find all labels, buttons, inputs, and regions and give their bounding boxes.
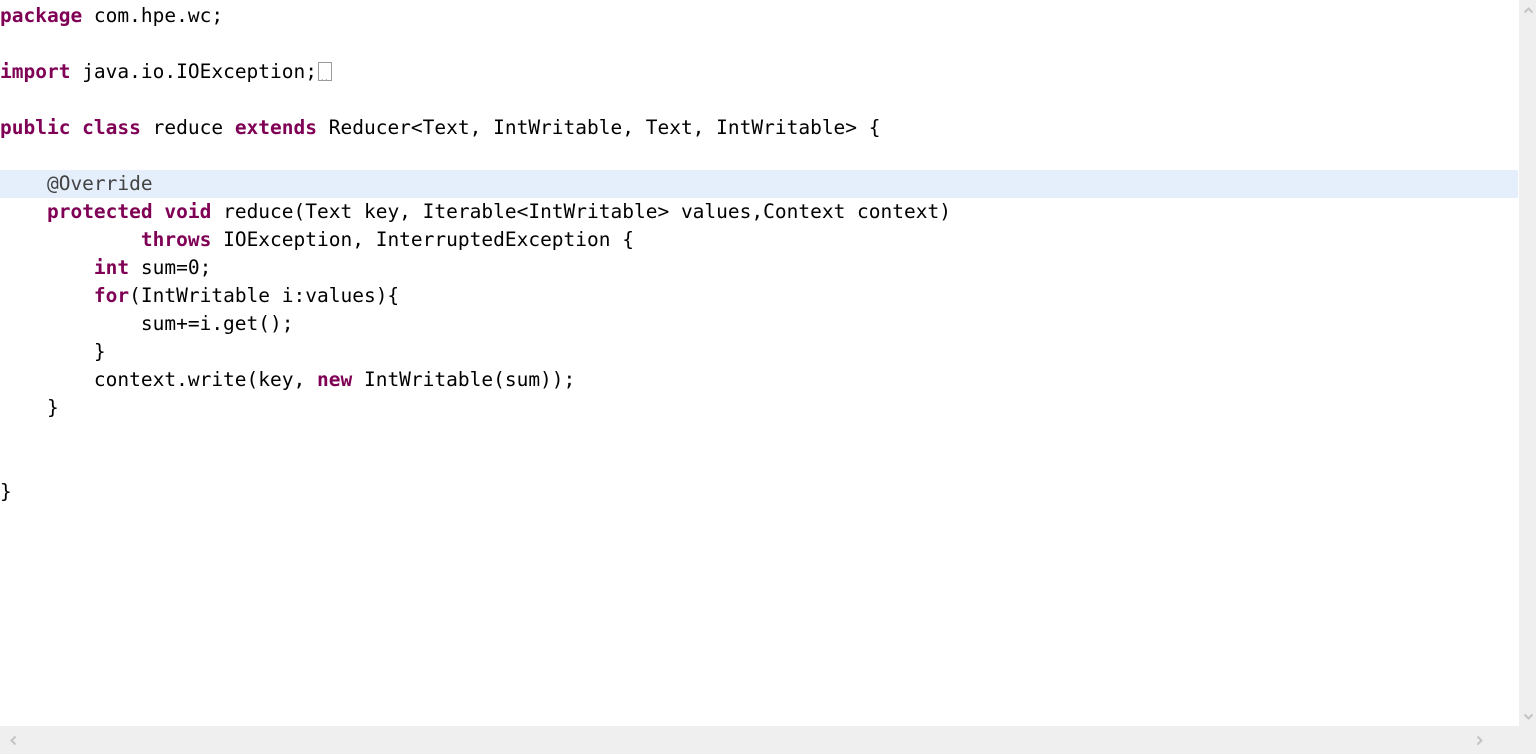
code-keyword: extends [234, 116, 317, 139]
code-line[interactable] [0, 142, 1518, 170]
code-line[interactable]: int sum=0; [0, 254, 1518, 282]
chevron-down-icon [1523, 713, 1534, 720]
horizontal-scrollbar[interactable] [0, 726, 1536, 754]
code-line[interactable]: } [0, 478, 1518, 506]
code-keyword: package [0, 4, 83, 27]
code-text: IntWritable(sum)); [352, 368, 576, 391]
chevron-left-icon [9, 735, 17, 746]
code-line[interactable]: throws IOException, InterruptedException… [0, 226, 1518, 254]
code-line[interactable]: package com.hpe.wc; [0, 2, 1518, 30]
code-text: reduce(Text key, Iterable<IntWritable> v… [211, 200, 951, 223]
code-line[interactable]: public class reduce extends Reducer<Text… [0, 114, 1518, 142]
code-text: (IntWritable i:values){ [129, 284, 400, 307]
code-line[interactable]: } [0, 394, 1518, 422]
code-text: com.hpe.wc; [82, 4, 224, 27]
code-line[interactable]: for(IntWritable i:values){ [0, 282, 1518, 310]
code-text: } [0, 480, 12, 503]
code-text: context.write(key, [0, 368, 317, 391]
code-line[interactable]: sum+=i.get(); [0, 310, 1518, 338]
code-keyword: public class [0, 116, 141, 139]
code-keyword: throws [140, 228, 212, 251]
code-line[interactable] [0, 30, 1518, 58]
code-keyword: protected void [46, 200, 212, 223]
code-keyword: for [93, 284, 130, 307]
code-text: reduce [140, 116, 235, 139]
code-keyword: int [93, 256, 130, 279]
code-line-list: package com.hpe.wc; import java.io.IOExc… [0, 0, 1518, 506]
code-text: } [0, 396, 59, 419]
code-line[interactable] [0, 450, 1518, 478]
code-annotation: @Override [0, 172, 153, 195]
code-line[interactable] [0, 86, 1518, 114]
code-text: java.io.IOException; [70, 60, 317, 83]
scroll-left-button[interactable] [4, 726, 22, 754]
scroll-right-button[interactable] [1470, 726, 1488, 754]
code-line[interactable] [0, 422, 1518, 450]
chevron-right-icon [1476, 735, 1483, 746]
code-editing-area[interactable]: package com.hpe.wc; import java.io.IOExc… [0, 0, 1518, 726]
scroll-up-button[interactable] [1519, 2, 1536, 18]
code-text: IOException, InterruptedException { [211, 228, 634, 251]
code-text: Reducer<Text, IntWritable, Text, IntWrit… [317, 116, 881, 139]
code-line[interactable]: } [0, 338, 1518, 366]
code-text: } [0, 340, 106, 363]
code-keyword: new [316, 368, 353, 391]
code-text: sum=0; [129, 256, 212, 279]
code-text: sum+=i.get(); [0, 312, 294, 335]
code-keyword: import [0, 60, 71, 83]
unknown-glyph-box [318, 62, 332, 82]
vertical-scrollbar[interactable] [1518, 0, 1536, 726]
code-line[interactable]: context.write(key, new IntWritable(sum))… [0, 366, 1518, 394]
scroll-down-button[interactable] [1519, 708, 1536, 724]
code-line-current[interactable]: @Override [0, 170, 1518, 198]
code-line[interactable]: protected void reduce(Text key, Iterable… [0, 198, 1518, 226]
chevron-up-icon [1523, 6, 1534, 14]
java-code-editor: package com.hpe.wc; import java.io.IOExc… [0, 0, 1536, 754]
code-line[interactable]: import java.io.IOException; [0, 58, 1518, 86]
